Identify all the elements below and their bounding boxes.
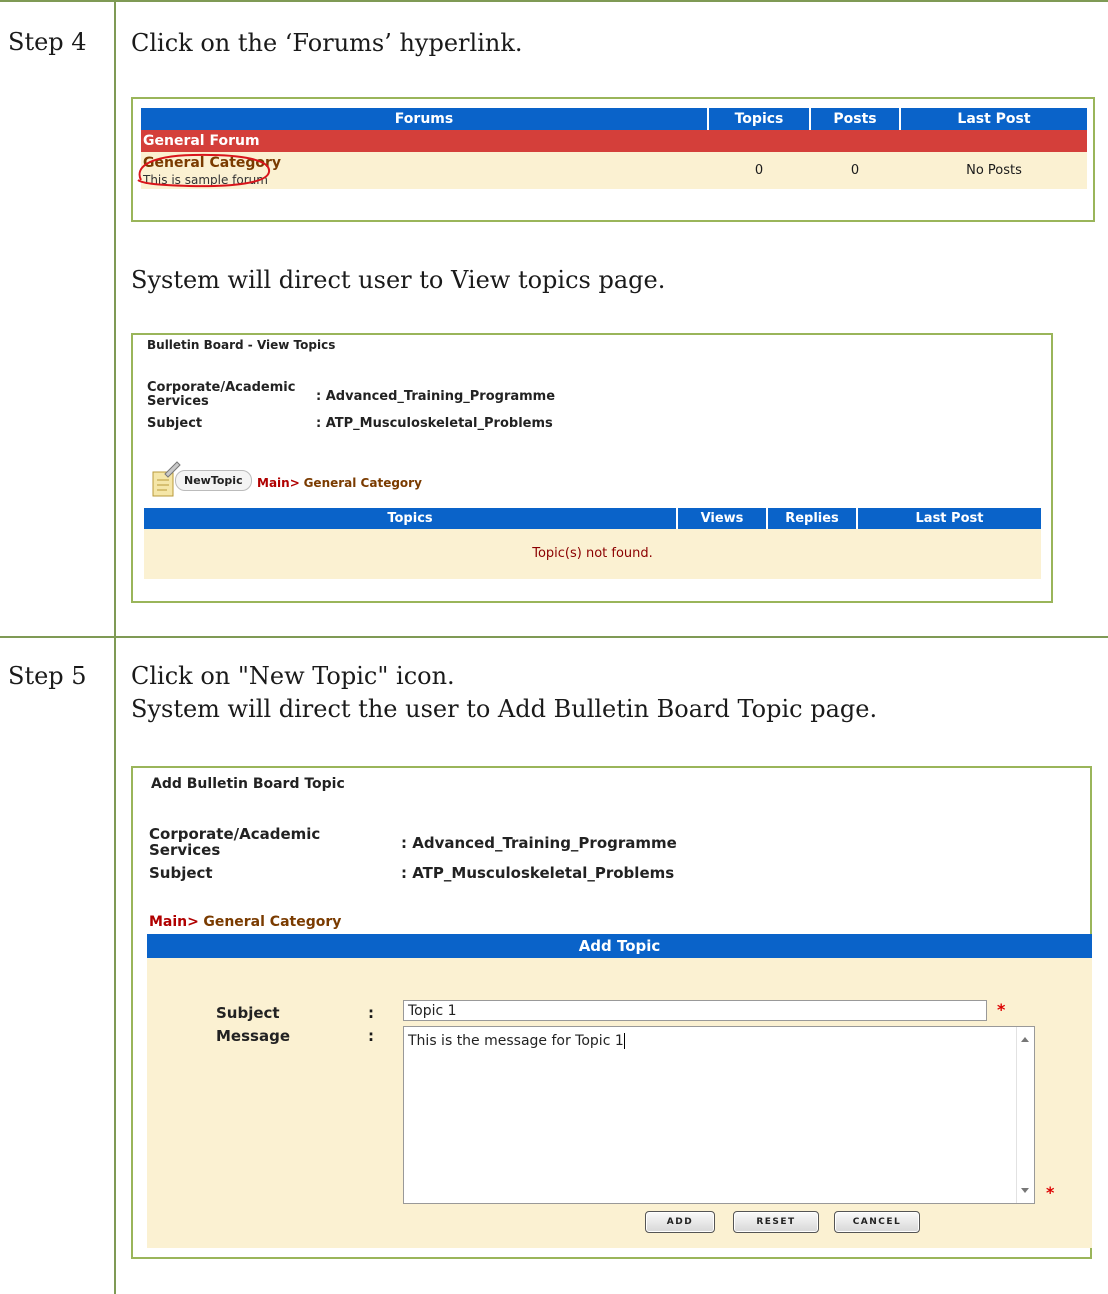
text-cursor [623, 1033, 625, 1049]
meta-label-corporate: Corporate/Academic Services [147, 380, 296, 409]
empty-topics-message: Topic(s) not found. [532, 546, 653, 561]
meta-value-subject: : ATP_Musculoskeletal_Problems [401, 864, 675, 882]
meta-value-subject: : ATP_Musculoskeletal_Problems [316, 416, 553, 431]
topics-table-header: Topics Views Replies Last Post [144, 508, 1041, 529]
new-topic-button[interactable]: NewTopic [151, 460, 252, 498]
header-posts: Posts [833, 111, 877, 127]
view-topics-frame: Bulletin Board - View Topics Corporate/A… [131, 333, 1053, 603]
scroll-down-icon[interactable] [1021, 1188, 1029, 1193]
breadcrumb: Main> General Category [257, 476, 422, 490]
message-textarea[interactable]: This is the message for Topic 1 [403, 1026, 1035, 1204]
step-5-label: Step 5 [8, 662, 87, 690]
breadcrumb-main[interactable]: Main> [149, 914, 199, 930]
header-replies: Replies [785, 511, 839, 526]
forums-table-frame: Forums Topics Posts Last Post General Fo… [131, 97, 1095, 222]
breadcrumb-category[interactable]: General Category [203, 914, 341, 930]
row-topics-count: 0 [754, 163, 764, 178]
step-4-instruction: Click on the ‘Forums’ hyperlink. [131, 29, 523, 57]
breadcrumb-category[interactable]: General Category [304, 476, 422, 490]
red-circle-annotation [137, 153, 271, 188]
meta-label-subject: Subject [149, 864, 213, 882]
add-topic-title: Add Bulletin Board Topic [151, 776, 345, 792]
group-row-label: General Forum [143, 133, 260, 149]
new-topic-label[interactable]: NewTopic [175, 470, 252, 491]
view-topics-title: Bulletin Board - View Topics [147, 338, 336, 352]
group-row [141, 130, 1087, 152]
row-divider [0, 636, 1108, 638]
step-4-label: Step 4 [8, 28, 87, 56]
scroll-up-icon[interactable] [1021, 1037, 1029, 1042]
message-colon: : [368, 1027, 374, 1045]
add-button[interactable]: ADD [645, 1211, 715, 1233]
subject-label: Subject [216, 1004, 280, 1022]
cancel-button[interactable]: CANCEL [834, 1211, 920, 1233]
table-top-border [0, 0, 1108, 2]
step-5-instruction-2: System will direct the user to Add Bulle… [131, 695, 878, 723]
step-5-instruction-1: Click on "New Topic" icon. [131, 662, 455, 690]
breadcrumb-main[interactable]: Main> [257, 476, 300, 490]
header-last-post: Last Post [915, 511, 984, 526]
row-posts-count: 0 [850, 163, 860, 178]
column-divider [114, 0, 116, 1294]
message-required-mark: * [1046, 1183, 1055, 1202]
step-4-result: System will direct user to View topics p… [131, 266, 666, 294]
header-topics: Topics [387, 511, 433, 526]
add-topic-section-header: Add Topic [147, 934, 1092, 958]
row-last-post: No Posts [966, 163, 1022, 178]
add-topic-section-title: Add Topic [578, 937, 661, 955]
message-value: This is the message for Topic 1 [408, 1033, 625, 1049]
reset-button[interactable]: RESET [733, 1211, 819, 1233]
meta-value-corporate: : Advanced_Training_Programme [401, 834, 677, 852]
header-last-post: Last Post [957, 111, 1031, 127]
textarea-scrollbar[interactable] [1016, 1027, 1034, 1203]
subject-input[interactable]: Topic 1 [403, 1000, 987, 1021]
breadcrumb: Main> General Category [149, 914, 341, 930]
header-topics: Topics [734, 111, 784, 127]
forums-table-header: Forums Topics Posts Last Post [141, 108, 1087, 130]
header-forums[interactable]: Forums [141, 108, 707, 130]
header-views: Views [700, 511, 744, 526]
meta-value-corporate: : Advanced_Training_Programme [316, 389, 556, 404]
subject-value: Topic 1 [408, 1003, 457, 1019]
subject-required-mark: * [997, 1000, 1006, 1019]
message-label: Message [216, 1027, 290, 1045]
add-topic-frame: Add Bulletin Board Topic Corporate/Acade… [131, 766, 1092, 1259]
meta-label-corporate: Corporate/Academic Services [149, 825, 321, 859]
subject-colon: : [368, 1004, 374, 1022]
meta-label-subject: Subject [147, 416, 203, 431]
